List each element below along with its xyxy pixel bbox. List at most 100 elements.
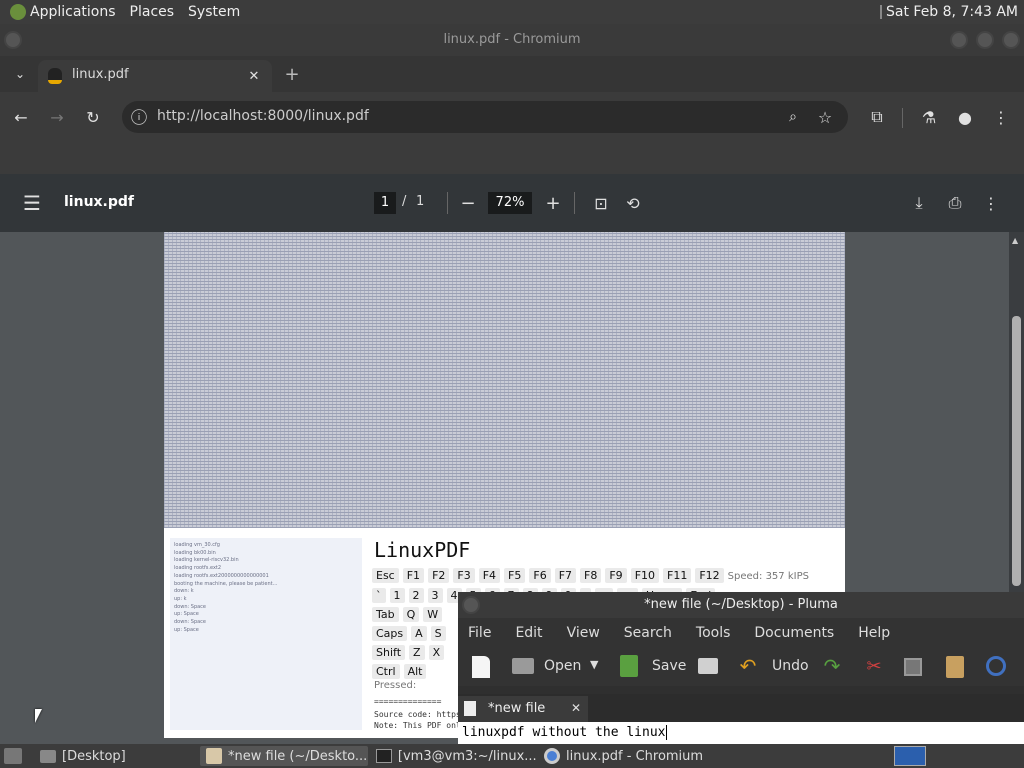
pluma-tab-close-icon[interactable]: ✕ xyxy=(568,700,584,716)
places-menu[interactable]: Places xyxy=(126,0,179,24)
key-f4[interactable]: F4 xyxy=(478,568,501,583)
pluma-menu-edit[interactable]: Edit xyxy=(515,625,542,641)
paste-icon[interactable] xyxy=(946,656,964,678)
pluma-menu-file[interactable]: File xyxy=(468,625,491,641)
find-icon[interactable] xyxy=(986,656,1006,676)
pdf-more-icon[interactable]: ⋮ xyxy=(980,192,1002,214)
key-1[interactable]: 1 xyxy=(389,588,405,603)
key-f9[interactable]: F9 xyxy=(605,568,627,583)
key-q[interactable]: Q xyxy=(402,607,420,622)
window-menu-icon[interactable] xyxy=(4,31,22,49)
boot-log-line: loading rootfs.ext2000000000000001 xyxy=(174,572,269,579)
applications-menu[interactable]: Applications xyxy=(6,0,120,24)
rotate-icon[interactable]: ⟲ xyxy=(622,192,644,214)
key-f6[interactable]: F6 xyxy=(529,568,551,583)
toolbar-separator xyxy=(902,108,903,128)
workspace-switcher[interactable] xyxy=(894,746,926,766)
key-caps[interactable]: Caps xyxy=(372,626,408,641)
zoom-level-input[interactable]: 72% xyxy=(488,192,532,214)
new-document-icon[interactable] xyxy=(472,656,490,678)
key-3[interactable]: 3 xyxy=(427,588,443,603)
pluma-menu-view[interactable]: View xyxy=(567,625,600,641)
profile-icon[interactable]: ● xyxy=(954,106,976,128)
key-ctrl[interactable]: Ctrl xyxy=(372,664,400,679)
clock[interactable]: Sat Feb 8, 7:43 AM xyxy=(880,0,1018,24)
key-f8[interactable]: F8 xyxy=(580,568,602,583)
pluma-menu-help[interactable]: Help xyxy=(858,625,890,641)
taskbar-item-desktop[interactable]: [Desktop] xyxy=(34,746,194,766)
pluma-menu-tools[interactable]: Tools xyxy=(696,625,731,641)
key-f3[interactable]: F3 xyxy=(453,568,475,583)
print-document-icon[interactable] xyxy=(698,658,718,674)
page-number-input[interactable]: 1 xyxy=(374,192,396,214)
maximize-icon[interactable] xyxy=(976,31,994,49)
key-s[interactable]: S xyxy=(430,626,446,641)
key-z[interactable]: Z xyxy=(409,645,425,660)
show-desktop-icon[interactable] xyxy=(4,748,22,764)
open-button-label[interactable]: Open xyxy=(544,658,581,674)
tab-close-icon[interactable]: ✕ xyxy=(244,66,264,86)
key-f11[interactable]: F11 xyxy=(663,568,692,583)
pluma-menu-search[interactable]: Search xyxy=(624,625,672,641)
key-x[interactable]: X xyxy=(428,645,445,660)
key-f7[interactable]: F7 xyxy=(554,568,577,583)
system-menu[interactable]: System xyxy=(184,0,244,24)
zoom-in-icon[interactable]: + xyxy=(543,192,563,214)
site-info-icon[interactable]: i xyxy=(131,109,147,125)
key-w[interactable]: W xyxy=(423,607,443,622)
open-recent-chevron-icon[interactable]: ▼ xyxy=(590,658,598,671)
reload-icon[interactable]: ↻ xyxy=(82,106,104,128)
key-[interactable]: ` xyxy=(372,588,386,603)
back-icon[interactable]: ← xyxy=(10,106,32,128)
key-f12[interactable]: F12 xyxy=(695,568,724,583)
taskbar-item-pluma[interactable]: *new file (~/Deskto... xyxy=(200,746,368,766)
undo-icon[interactable]: ↶ xyxy=(736,654,760,678)
scroll-thumb[interactable] xyxy=(1012,316,1021,586)
pluma-tab-new-file[interactable]: *new file ✕ xyxy=(458,696,588,722)
minimize-icon[interactable] xyxy=(950,31,968,49)
undo-button-label[interactable]: Undo xyxy=(772,658,809,674)
taskbar-item-chromium[interactable]: linux.pdf - Chromium xyxy=(538,746,878,766)
key-alt[interactable]: Alt xyxy=(403,664,427,679)
key-f5[interactable]: F5 xyxy=(504,568,526,583)
browser-menu-icon[interactable]: ⋮ xyxy=(990,106,1012,128)
download-icon[interactable]: ⤓ xyxy=(908,192,930,214)
url-text[interactable]: http://localhost:8000/linux.pdf xyxy=(157,108,369,124)
labs-flask-icon[interactable]: ⚗ xyxy=(918,106,940,128)
pluma-text-editor[interactable]: linuxpdf without the linux xyxy=(458,722,1024,744)
key-a[interactable]: A xyxy=(411,626,427,641)
taskbar-item-terminal[interactable]: [vm3@vm3:~/linux... xyxy=(370,746,536,766)
key-f1[interactable]: F1 xyxy=(402,568,425,583)
pluma-titlebar[interactable]: *new file (~/Desktop) - Pluma xyxy=(458,592,1024,618)
forward-icon[interactable]: → xyxy=(46,106,68,128)
pluma-window-menu-icon[interactable] xyxy=(462,596,480,614)
tab-linux-pdf[interactable]: linux.pdf ✕ xyxy=(38,60,272,92)
cut-icon[interactable]: ✂ xyxy=(862,654,886,678)
pdf-sidebar-menu-icon[interactable]: ☰ xyxy=(20,191,44,215)
key-tab[interactable]: Tab xyxy=(372,607,399,622)
new-tab-icon[interactable]: + xyxy=(282,64,302,85)
key-esc[interactable]: Esc xyxy=(372,568,399,583)
address-bar[interactable]: i http://localhost:8000/linux.pdf ⌕ ☆ xyxy=(122,101,848,133)
key-f10[interactable]: F10 xyxy=(630,568,660,583)
editor-text[interactable]: linuxpdf without the linux xyxy=(462,725,666,740)
extensions-icon[interactable]: ⧉ xyxy=(866,106,888,128)
redo-icon[interactable]: ↷ xyxy=(820,654,844,678)
bookmark-star-icon[interactable]: ☆ xyxy=(814,106,836,128)
key-2[interactable]: 2 xyxy=(408,588,424,603)
zoom-out-icon[interactable]: − xyxy=(458,192,478,214)
key-f2[interactable]: F2 xyxy=(428,568,450,583)
scroll-up-icon[interactable]: ▲ xyxy=(1012,236,1018,245)
copy-icon[interactable] xyxy=(904,658,922,676)
save-icon[interactable] xyxy=(620,655,638,677)
print-icon[interactable]: ⎙ xyxy=(944,192,966,214)
save-button-label[interactable]: Save xyxy=(652,658,686,674)
pdf-scrollbar[interactable]: ▲ xyxy=(1009,232,1024,592)
fit-page-icon[interactable]: ⊡ xyxy=(590,192,612,214)
pluma-menu-documents[interactable]: Documents xyxy=(754,625,834,641)
tab-search-icon[interactable]: ⌄ xyxy=(10,64,30,84)
close-window-icon[interactable] xyxy=(1002,31,1020,49)
zoom-icon[interactable]: ⌕ xyxy=(782,106,804,128)
open-folder-icon[interactable] xyxy=(512,658,534,674)
key-shift[interactable]: Shift xyxy=(372,645,406,660)
